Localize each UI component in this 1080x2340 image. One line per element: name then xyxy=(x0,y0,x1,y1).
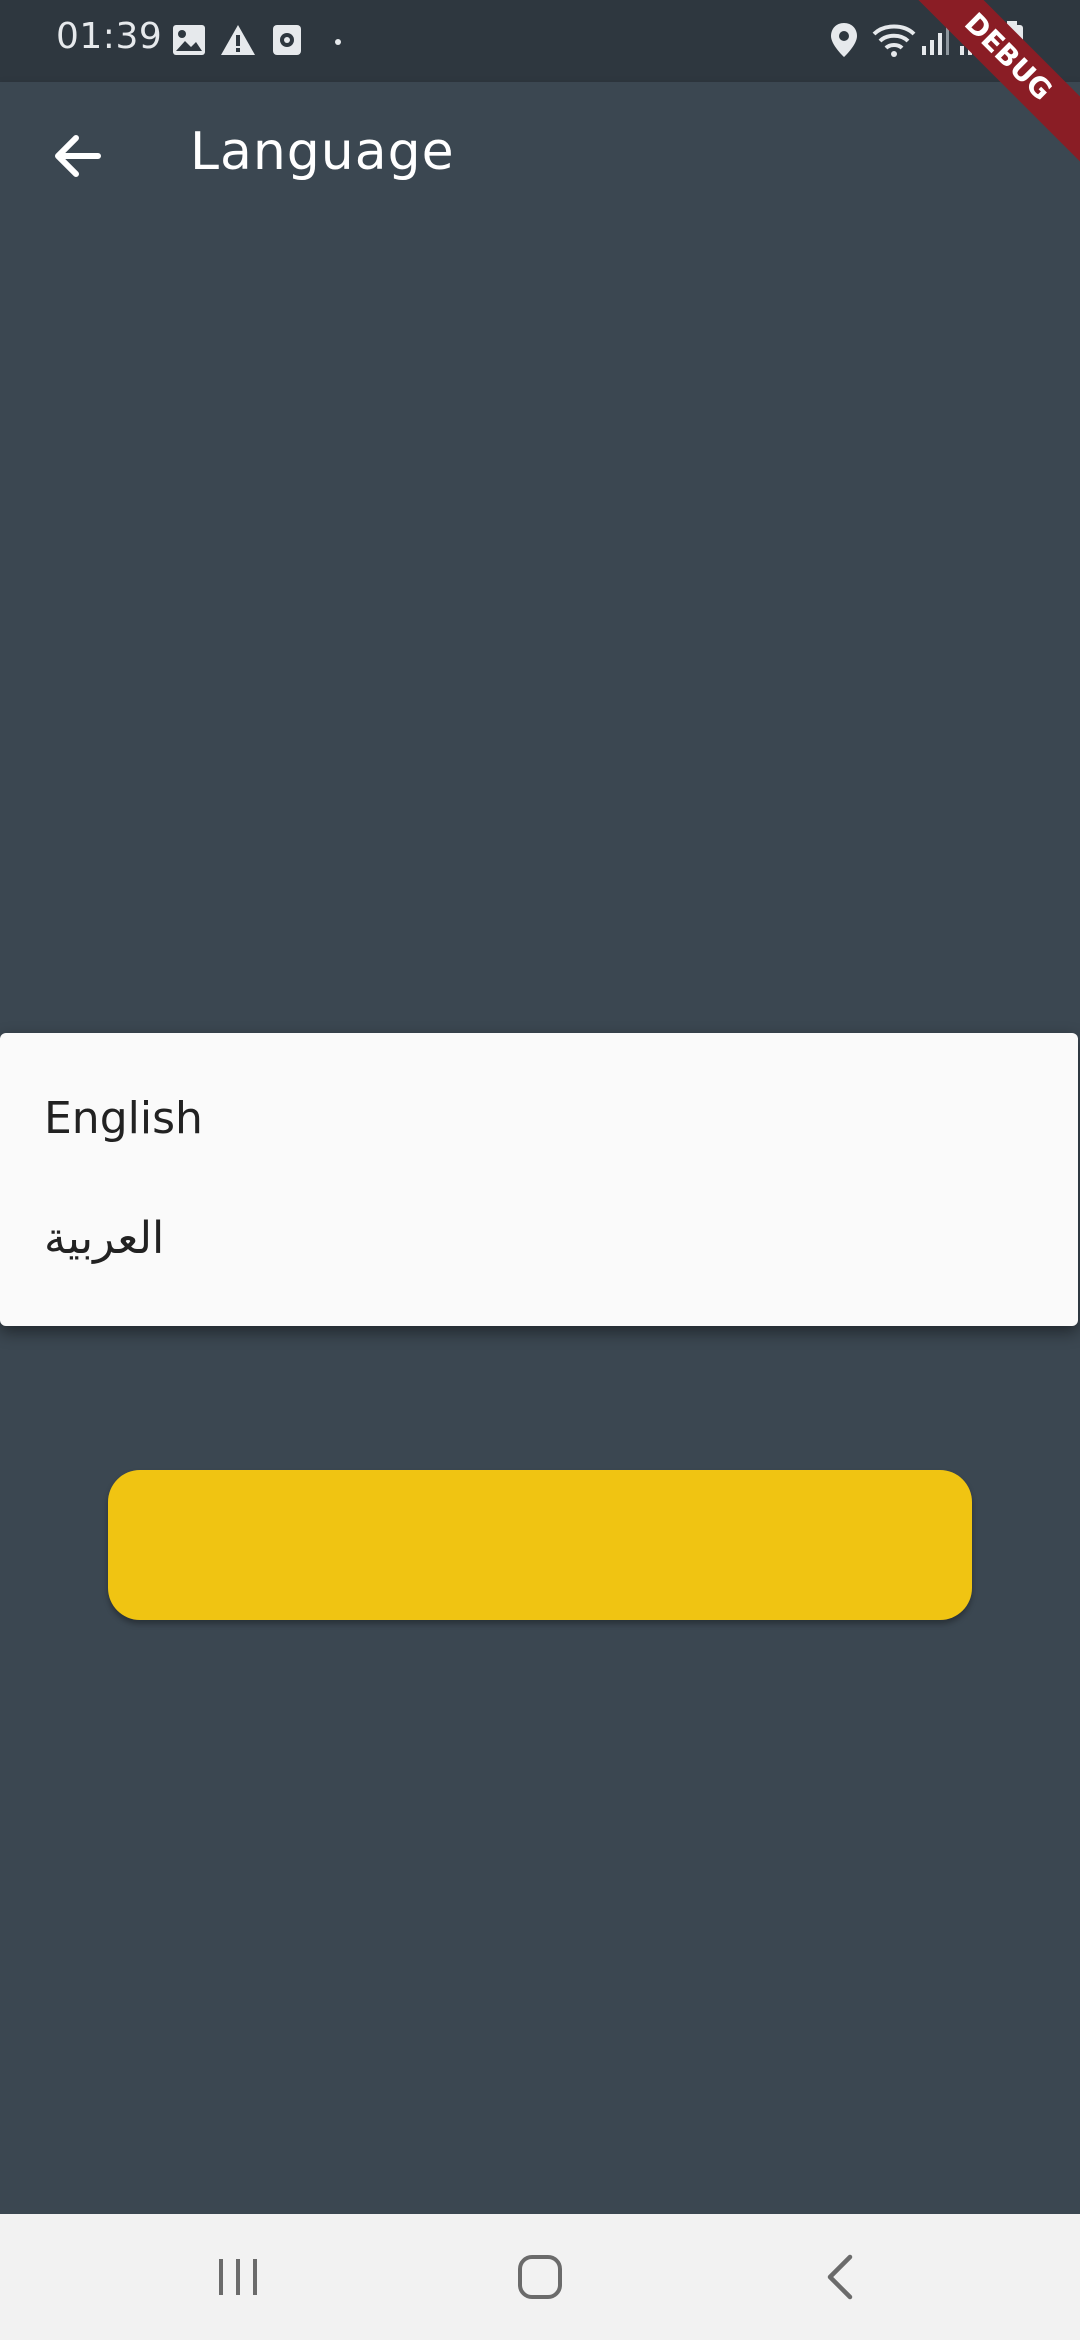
menu-item-label: العربية xyxy=(44,1213,165,1264)
system-back-button[interactable] xyxy=(806,2242,876,2312)
back-icon xyxy=(827,2254,853,2300)
change-language-button[interactable] xyxy=(108,1470,972,1620)
arrow-left-icon xyxy=(55,135,101,177)
navigation-bar xyxy=(0,2214,1080,2340)
location-icon xyxy=(831,23,857,57)
voice-recorder-icon xyxy=(273,25,301,55)
back-button[interactable] xyxy=(40,118,116,194)
dot-icon xyxy=(335,39,341,45)
wifi-icon xyxy=(872,24,916,57)
image-icon xyxy=(173,25,205,55)
menu-item-english[interactable]: English xyxy=(0,1057,1078,1181)
signal-icon xyxy=(922,26,949,55)
page-title: Language xyxy=(190,122,455,182)
home-icon xyxy=(518,2255,562,2299)
battery-icon xyxy=(1001,21,1023,59)
status-bar: 01:39 xyxy=(0,0,1080,82)
app-bar: Language xyxy=(0,82,1080,230)
status-time: 01:39 xyxy=(56,16,163,57)
menu-item-arabic[interactable]: العربية xyxy=(0,1181,1078,1305)
language-menu: English العربية xyxy=(0,1033,1078,1326)
signal-icon xyxy=(960,26,987,55)
recent-apps-button[interactable] xyxy=(203,2242,273,2312)
home-button[interactable] xyxy=(505,2242,575,2312)
menu-item-label: English xyxy=(44,1093,203,1144)
recent-apps-icon xyxy=(219,2259,257,2295)
warning-icon xyxy=(221,25,255,55)
